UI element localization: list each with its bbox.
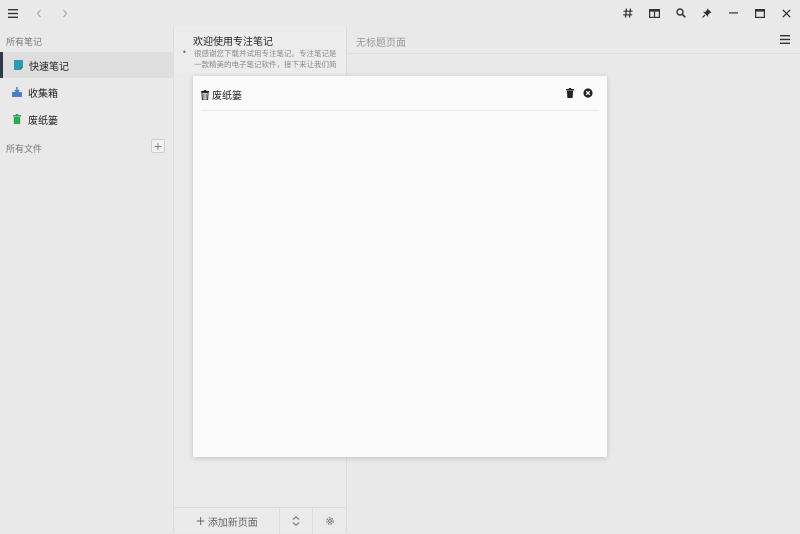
- back-icon[interactable]: [26, 0, 52, 26]
- sidebar-item-label: 废纸篓: [28, 112, 58, 127]
- editor-header: 无标题页面: [347, 26, 800, 54]
- hashtag-icon[interactable]: [615, 0, 642, 26]
- inbox-icon: [12, 87, 22, 97]
- sidebar-item-inbox[interactable]: 收集箱: [0, 79, 173, 105]
- all-files-label: 所有文件: [6, 142, 42, 155]
- trash-dialog-header: 废纸篓: [201, 76, 599, 111]
- note-title: 欢迎使用专注笔记: [193, 33, 273, 48]
- plus-icon: +: [196, 514, 206, 528]
- dialog-title: 废纸篓: [201, 87, 242, 102]
- note-list-footer: + 添加新页面: [174, 507, 346, 534]
- dialog-title-text: 废纸篓: [212, 87, 242, 102]
- minimize-icon[interactable]: [721, 0, 748, 26]
- trash-dialog: 废纸篓: [193, 76, 607, 457]
- trash-icon: [12, 114, 22, 124]
- sidebar-item-label: 快速笔记: [29, 58, 69, 73]
- add-page-button[interactable]: + 添加新页面: [174, 508, 280, 534]
- sort-icon[interactable]: [280, 508, 313, 534]
- list-item[interactable]: • 欢迎使用专注笔记 很感谢您下载并试用专注笔记。专注笔记是一款精美的电子笔记软…: [174, 26, 346, 74]
- menu-icon[interactable]: [778, 32, 792, 46]
- maximize-icon[interactable]: [747, 0, 774, 26]
- title-bar: [0, 0, 800, 26]
- trash-icon: [201, 90, 209, 100]
- empty-trash-icon[interactable]: [561, 87, 579, 99]
- all-notes-label: 所有笔记: [6, 35, 42, 48]
- add-folder-button[interactable]: +: [151, 139, 165, 153]
- bullet-icon: •: [182, 48, 187, 57]
- add-page-label: 添加新页面: [208, 514, 258, 529]
- sidebar: 所有笔记 快速笔记 收集箱 废纸篓 所有文件 +: [0, 26, 174, 533]
- note-snippet: 很感谢您下载并试用专注笔记。专注笔记是一款精美的电子笔记软件，接下来让我们简单.…: [194, 48, 342, 70]
- pin-icon[interactable]: [694, 0, 721, 26]
- menu-icon[interactable]: [0, 0, 26, 26]
- page-title[interactable]: 无标题页面: [356, 34, 406, 49]
- gear-icon[interactable]: [313, 508, 346, 534]
- close-circle-icon[interactable]: [579, 87, 597, 99]
- sidebar-item-label: 收集箱: [28, 85, 58, 100]
- sidebar-item-trash[interactable]: 废纸篓: [0, 106, 173, 132]
- close-icon[interactable]: [774, 0, 800, 26]
- split-view-icon[interactable]: [641, 0, 668, 26]
- forward-icon[interactable]: [52, 0, 78, 26]
- search-icon[interactable]: [668, 0, 695, 26]
- note-icon: [13, 60, 23, 70]
- sidebar-item-quick-notes[interactable]: 快速笔记: [0, 52, 173, 78]
